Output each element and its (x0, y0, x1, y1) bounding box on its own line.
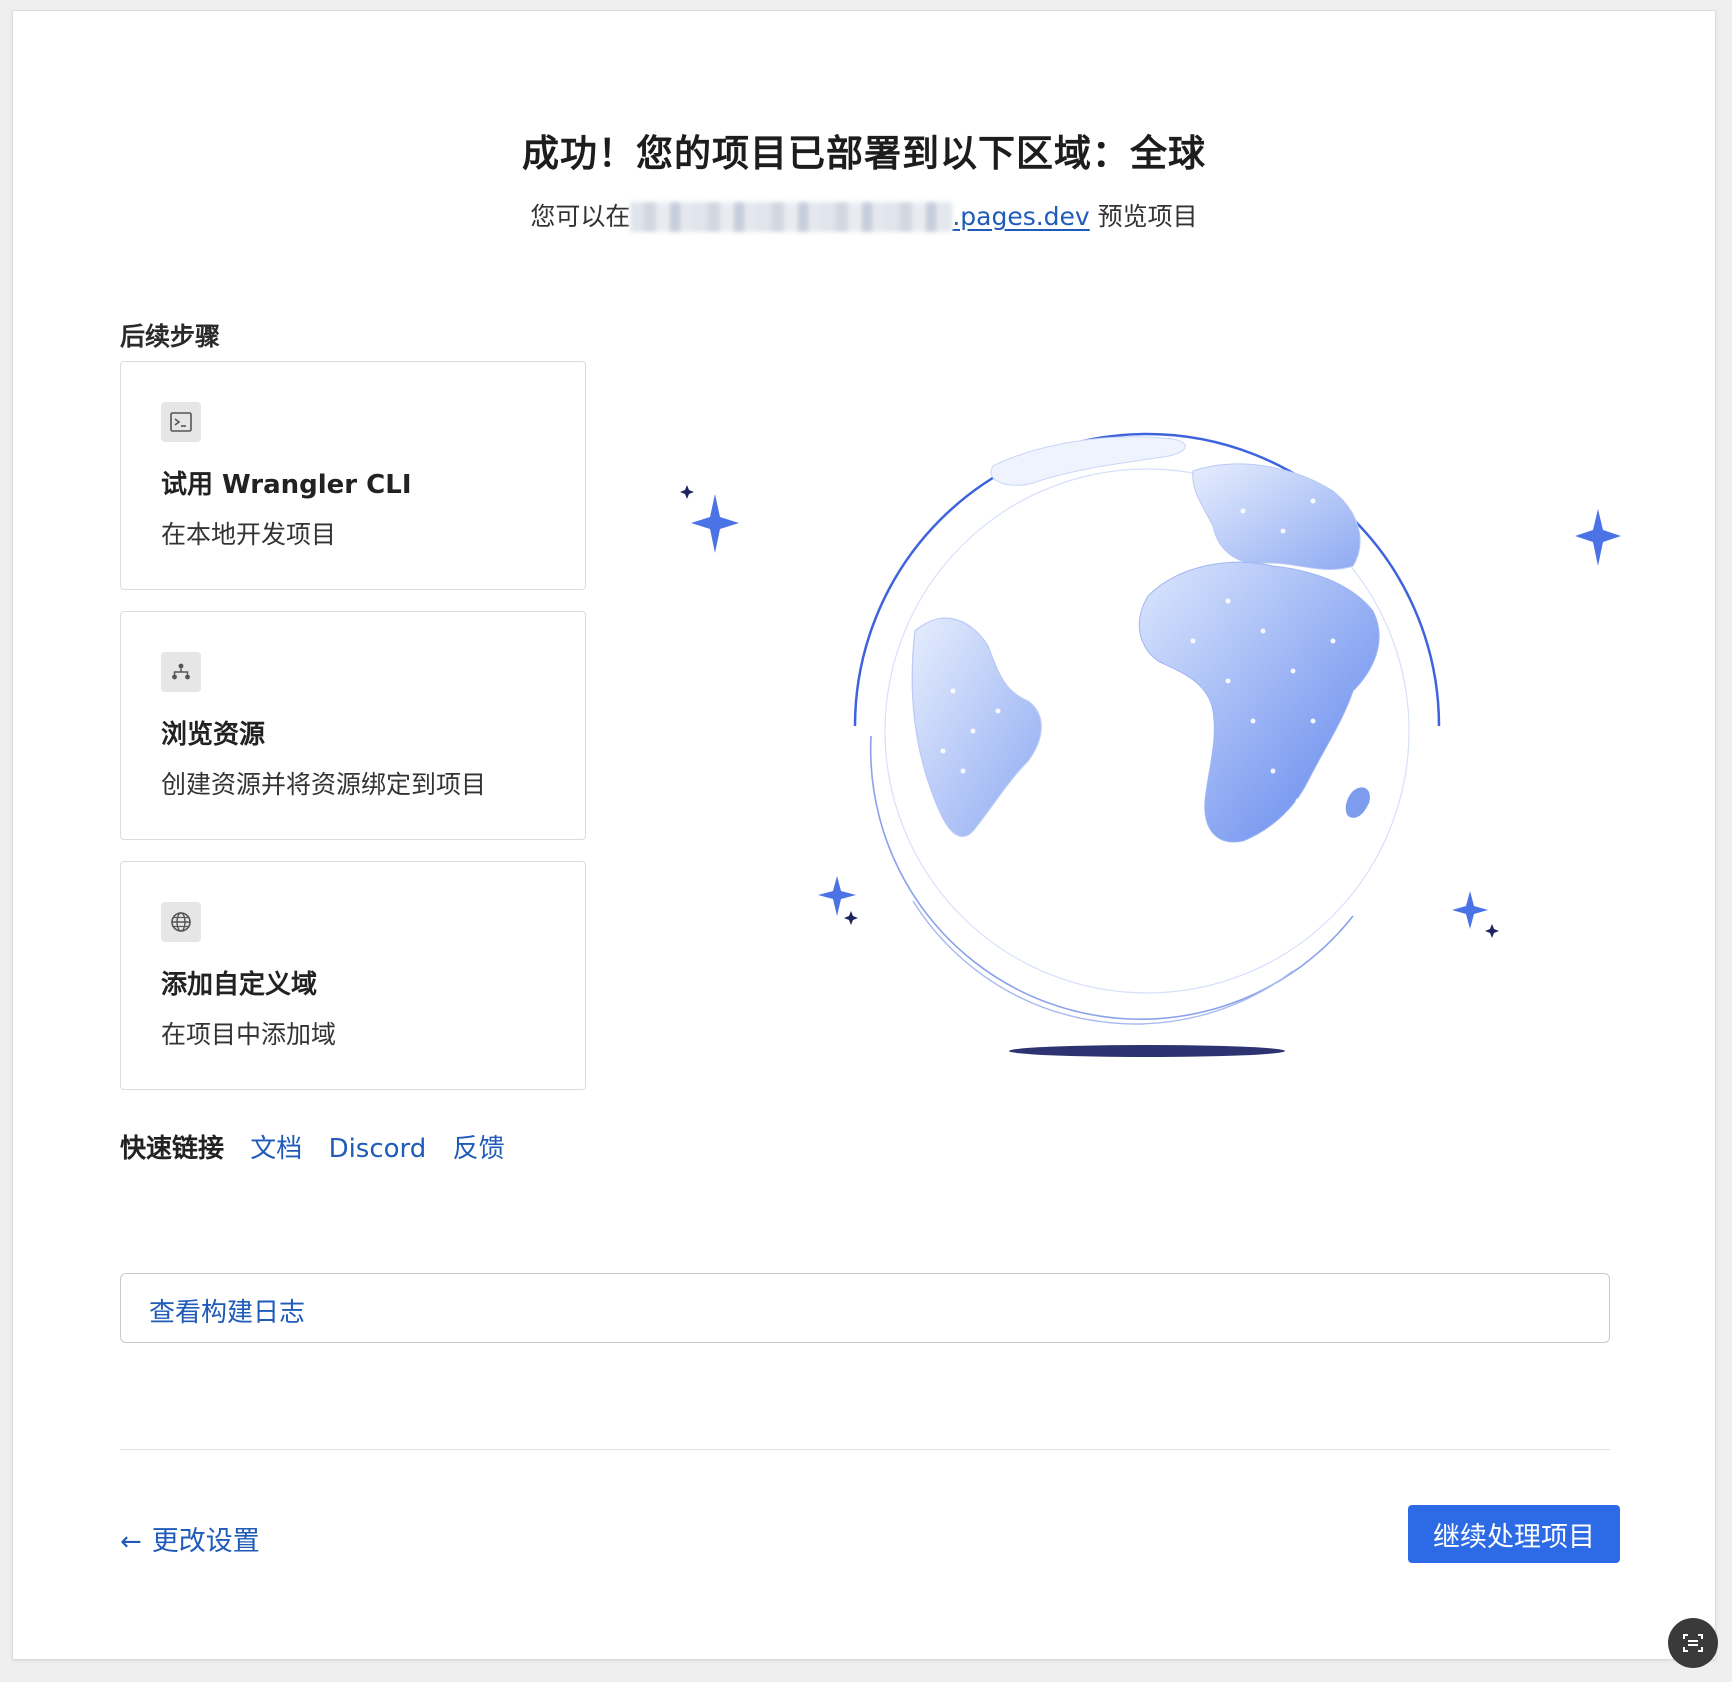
feedback-fab-button[interactable] (1668, 1618, 1718, 1668)
page-title: 成功！您的项目已部署到以下区域：全球 (522, 132, 1206, 175)
continue-to-project-button[interactable]: 继续处理项目 (1408, 1505, 1620, 1563)
link-feedback[interactable]: 反馈 (453, 1134, 505, 1164)
change-settings-link[interactable]: ← 更改设置 (120, 1519, 260, 1558)
terminal-icon (161, 402, 201, 442)
card-title: 试用 Wrangler CLI (161, 470, 412, 500)
card-title: 浏览资源 (161, 720, 266, 750)
quick-links-label: 快速链接 (120, 1134, 225, 1164)
card-description: 在本地开发项目 (161, 520, 337, 549)
card-description: 在项目中添加域 (161, 1020, 337, 1049)
footer-divider (120, 1449, 1610, 1450)
card-title: 添加自定义域 (161, 970, 318, 1000)
build-log-label: 查看构建日志 (149, 1298, 306, 1328)
redacted-subdomain (630, 202, 953, 232)
preview-subtitle: 您可以在 .pages.dev 预览项目 (13, 197, 1715, 233)
subtitle-prefix: 您可以在 (530, 202, 631, 231)
network-icon (161, 652, 201, 692)
scan-icon (1683, 1634, 1703, 1652)
card-description: 创建资源并将资源绑定到项目 (161, 770, 487, 799)
globe-icon (161, 902, 201, 942)
view-build-log-button[interactable]: 查看构建日志 (120, 1273, 1610, 1343)
link-discord[interactable]: Discord (329, 1134, 427, 1164)
arrow-left-icon: ← (120, 1527, 142, 1557)
globe-illustration (653, 391, 1633, 1075)
next-steps-heading: 后续步骤 (120, 322, 221, 351)
card-wrangler-cli[interactable]: 试用 Wrangler CLI 在本地开发项目 (120, 361, 586, 590)
link-docs[interactable]: 文档 (250, 1134, 302, 1164)
deployment-success-panel: 成功！您的项目已部署到以下区域：全球 您可以在 .pages.dev 预览项目 后… (12, 10, 1716, 1660)
subtitle-suffix: 预览项目 (1089, 202, 1198, 231)
card-browse-resources[interactable]: 浏览资源 创建资源并将资源绑定到项目 (120, 611, 586, 840)
preview-link[interactable]: .pages.dev (952, 202, 1089, 231)
card-custom-domain[interactable]: 添加自定义域 在项目中添加域 (120, 861, 586, 1090)
change-settings-label: 更改设置 (151, 1526, 260, 1557)
quick-links: 快速链接 文档 Discord 反馈 (120, 1128, 523, 1165)
